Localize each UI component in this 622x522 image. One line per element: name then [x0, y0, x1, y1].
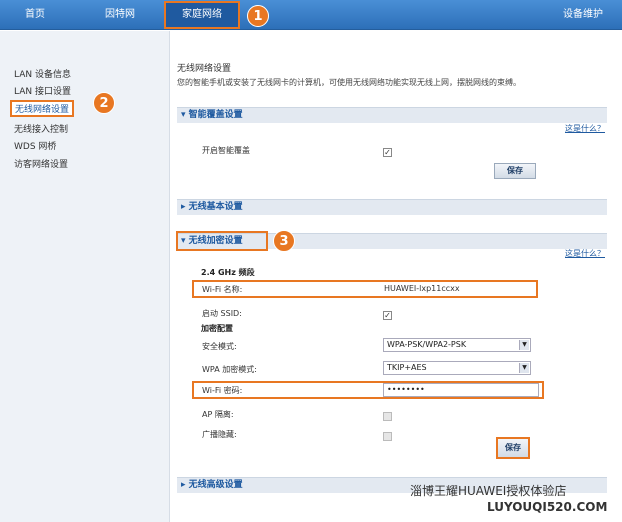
security-mode-label: 安全模式:: [202, 342, 237, 351]
sidebar-item-lan-interface[interactable]: LAN 接口设置: [14, 84, 71, 97]
section-title: 智能覆盖设置: [188, 110, 243, 120]
page-title: 无线网络设置: [177, 64, 232, 74]
chevron-down-icon: ▼: [519, 340, 529, 350]
broadcast-hide-label: 广播隐藏:: [202, 430, 237, 439]
smart-enable-checkbox[interactable]: ✓: [383, 148, 392, 157]
wifi-password-label: Wi-Fi 密码:: [202, 386, 243, 395]
wifi-password-input[interactable]: ••••••••: [383, 383, 539, 397]
sidebar: LAN 设备信息 LAN 接口设置 无线网络设置 无线接入控制 WDS 网桥 访…: [0, 31, 170, 522]
wifi-name-label: Wi-Fi 名称:: [202, 285, 243, 294]
wifi-name-input[interactable]: HUAWEI-lxp11ccxx: [384, 284, 460, 293]
sidebar-item-wireless-settings[interactable]: 无线网络设置: [10, 100, 75, 117]
section-title: 无线基本设置: [188, 202, 243, 212]
callout-2: 2: [93, 92, 115, 114]
sidebar-item-wds[interactable]: WDS 网桥: [14, 139, 56, 152]
ssid-checkbox[interactable]: ✓: [383, 311, 392, 320]
broadcast-hide-checkbox[interactable]: [383, 432, 392, 441]
callout-1: 1: [247, 5, 269, 27]
ap-isolation-label: AP 隔离:: [202, 410, 234, 419]
wpa-mode-value: TKIP+AES: [387, 363, 427, 372]
callout-3: 3: [273, 230, 295, 252]
section-toggle-icon: ▸: [181, 202, 189, 212]
help-link[interactable]: 这是什么？: [565, 248, 605, 259]
ap-isolation-checkbox[interactable]: [383, 412, 392, 421]
smart-enable-label: 开启智能覆盖: [202, 146, 250, 155]
ssid-label: 启动 SSID:: [202, 309, 242, 318]
help-link[interactable]: 这是什么？: [565, 123, 605, 134]
section-wireless-basic[interactable]: ▸ 无线基本设置: [177, 199, 607, 215]
sidebar-item-guest-network[interactable]: 访客网络设置: [14, 157, 68, 170]
security-mode-value: WPA-PSK/WPA2-PSK: [387, 340, 467, 349]
sidebar-item-lan-device-info[interactable]: LAN 设备信息: [14, 67, 71, 80]
page-description: 您的智能手机或安装了无线网卡的计算机，可使用无线网络功能实现无线上网，摆脱网线的…: [177, 78, 521, 87]
main-content: 无线网络设置 您的智能手机或安装了无线网卡的计算机，可使用无线网络功能实现无线上…: [171, 31, 622, 522]
wpa-mode-select[interactable]: TKIP+AES ▼: [383, 361, 531, 375]
save-button[interactable]: 保存: [496, 437, 530, 459]
wpa-mode-label: WPA 加密模式:: [202, 365, 257, 374]
highlight-box: [176, 231, 268, 251]
security-mode-select[interactable]: WPA-PSK/WPA2-PSK ▼: [383, 338, 531, 352]
nav-internet[interactable]: 因特网: [85, 0, 155, 30]
top-navigation: 首页 因特网 家庭网络 设备维护: [0, 0, 622, 30]
section-toggle-icon: ▸: [181, 480, 189, 490]
nav-home[interactable]: 首页: [0, 0, 70, 30]
sidebar-item-wireless-access-control[interactable]: 无线接入控制: [14, 122, 68, 135]
watermark-text: 淄博王耀HUAWEI授权体验店: [410, 484, 567, 498]
nav-device-maintenance[interactable]: 设备维护: [548, 0, 618, 30]
chevron-down-icon: ▼: [519, 363, 529, 373]
save-button[interactable]: 保存: [494, 163, 536, 179]
watermark-site: LUYOUQI520.COM: [487, 500, 608, 514]
highlight-box: [192, 280, 538, 298]
section-toggle-icon: ▾: [181, 110, 189, 120]
nav-home-network[interactable]: 家庭网络: [164, 1, 240, 29]
section-smart-coverage[interactable]: ▾ 智能覆盖设置: [177, 107, 607, 123]
band-label: 2.4 GHz 频段: [201, 268, 255, 277]
encrypt-config-label: 加密配置: [201, 324, 233, 333]
section-title: 无线高级设置: [188, 480, 243, 490]
